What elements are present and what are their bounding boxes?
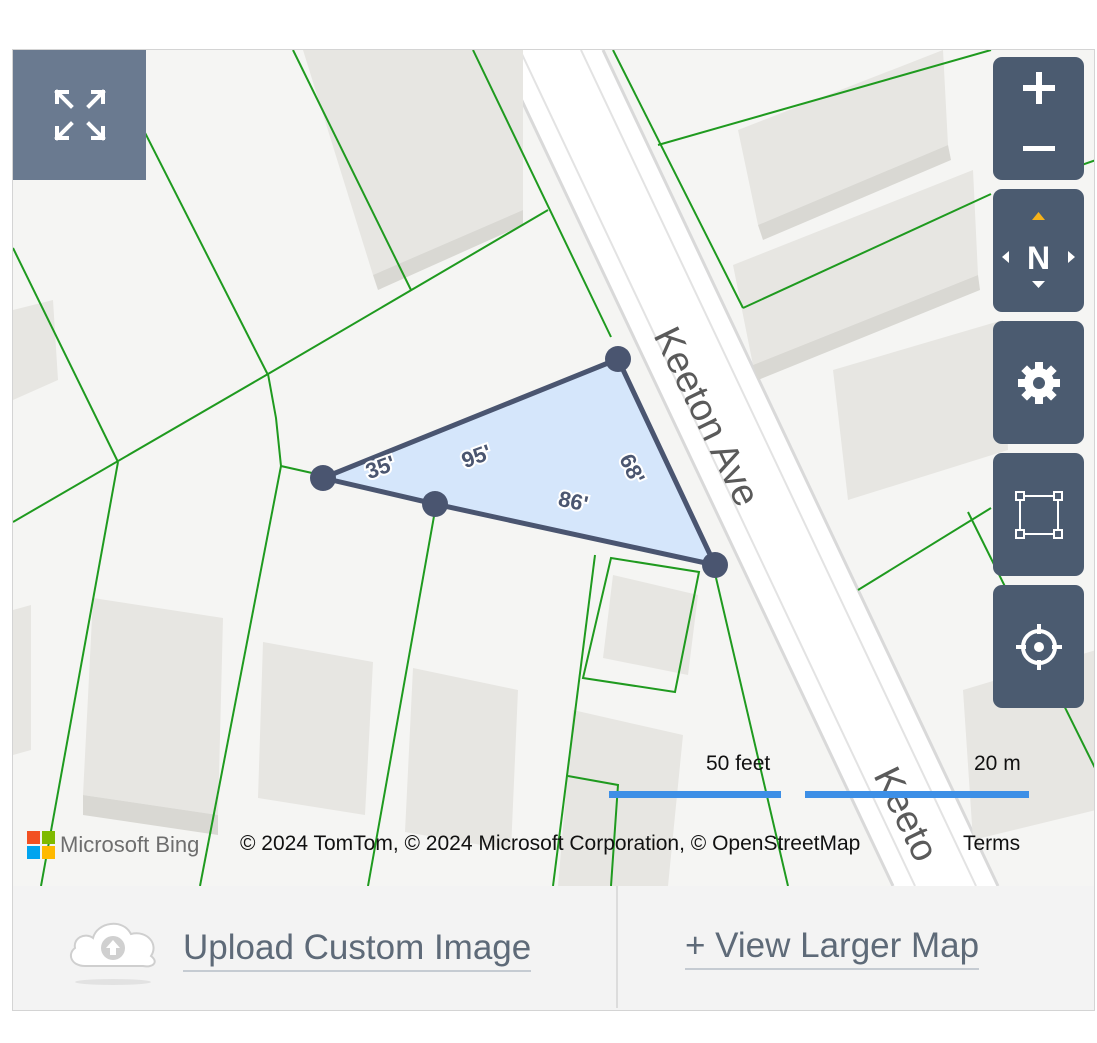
cloud-upload-icon [69,923,156,985]
scale-bar-feet [609,791,781,798]
view-larger-map-link[interactable]: + View Larger Map [685,926,980,970]
map-layer[interactable]: 35' 95' 68' 86' Keeton Ave Keeto [13,50,1095,886]
zoom-control [993,57,1084,180]
vertex-handle[interactable] [422,491,448,517]
compass-icon: N [1002,212,1075,288]
crosshair-icon [1015,623,1062,670]
footer-divider [616,886,618,1008]
map-canvas[interactable]: 35' 95' 68' 86' Keeton Ave Keeto N 50 fe… [13,50,1095,886]
expand-icon [54,89,106,141]
compass-north-label: N [1027,240,1050,276]
select-area-button[interactable] [993,453,1084,576]
map-attribution: © 2024 TomTom, © 2024 Microsoft Corporat… [240,832,861,855]
selection-box-icon [1014,490,1063,539]
upload-custom-image-link[interactable]: Upload Custom Image [183,928,532,972]
fullscreen-button[interactable] [13,50,146,180]
scale-feet-label: 50 feet [706,752,771,775]
microsoft-logo-icon [27,831,55,859]
my-location-button[interactable] [993,585,1084,708]
bing-brand-label: Microsoft Bing [60,832,200,857]
plus-icon [1022,71,1055,104]
scale-meters-label: 20 m [974,752,1021,775]
compass-control[interactable]: N [993,189,1084,312]
vertex-handle[interactable] [702,552,728,578]
minus-icon [1022,145,1055,151]
zoom-out-button[interactable] [993,118,1084,179]
map-footer: Upload Custom Image + View Larger Map [13,886,1094,1010]
scale-bar-meters [805,791,1029,798]
terms-link[interactable]: Terms [963,832,1020,856]
vertex-handle[interactable] [310,465,336,491]
map-widget: 35' 95' 68' 86' Keeton Ave Keeto N 50 fe… [12,49,1095,1011]
settings-button[interactable] [993,321,1084,444]
zoom-in-button[interactable] [993,57,1084,118]
gear-icon [1017,361,1060,404]
vertex-handle[interactable] [605,346,631,372]
